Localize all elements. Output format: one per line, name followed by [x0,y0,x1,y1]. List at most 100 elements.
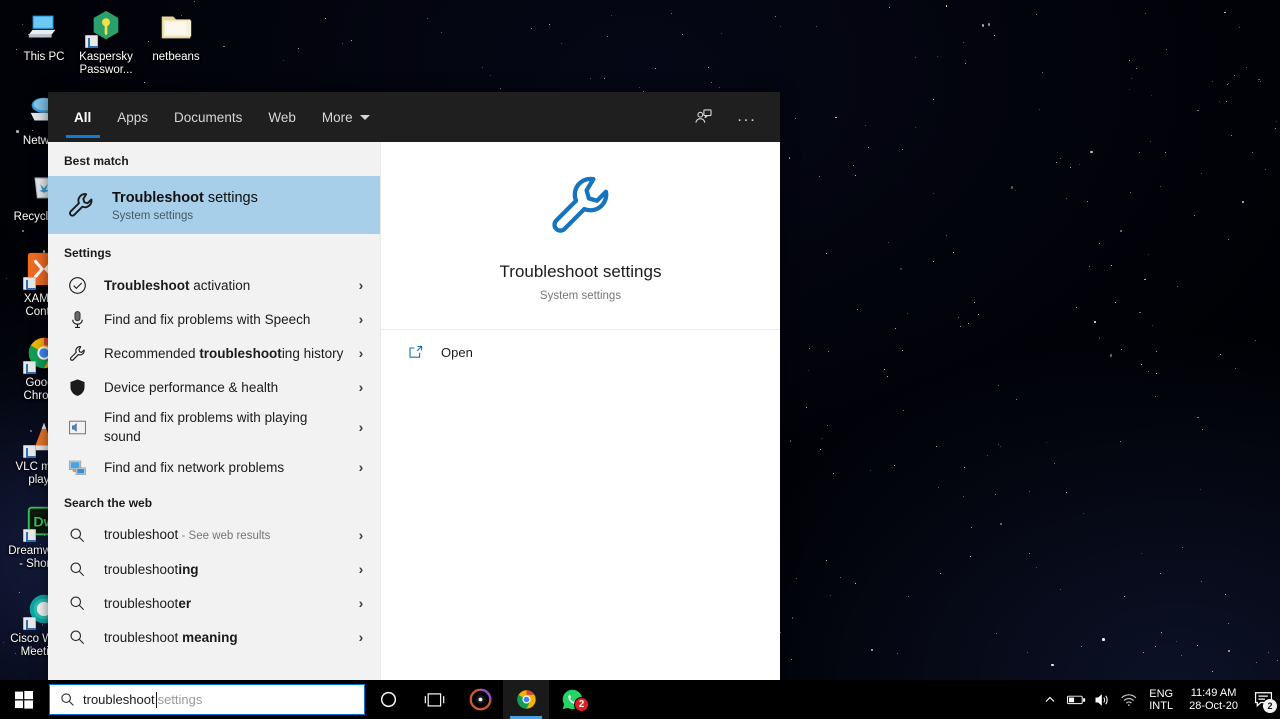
chrome-taskbar-icon[interactable] [503,680,549,719]
best-match-title: Troubleshoot settings [112,189,258,208]
chevron-right-icon[interactable]: › [352,277,370,293]
row-text-rest: Find and fix problems with playing sound [104,410,308,444]
search-autocomplete-suffix: settings [157,692,203,707]
row-text-pre: troubleshoot [104,629,183,645]
result-web-troubleshoot[interactable]: troubleshoot - See web results › [48,518,380,552]
folder-icon [157,8,195,46]
open-action-label: Open [441,344,473,360]
tab-web[interactable]: Web [255,92,309,142]
row-text-bold: Troubleshoot [104,277,190,293]
settings-results-list: Troubleshoot activation › Find and fix pro… [48,268,380,484]
preview-subtitle: System settings [539,290,622,302]
clock-date: 28-Oct-20 [1189,699,1238,712]
taskbar-search-box[interactable]: troubleshoot settings [49,684,365,715]
best-match-heading: Best match [64,154,129,168]
feedback-icon[interactable] [684,100,722,134]
result-recommended-troubleshooting-history[interactable]: Recommended troubleshooting history › [48,336,380,370]
tab-label: All [74,109,92,125]
row-text-rest: Find and fix problems with Speech [104,311,311,327]
media-app-icon[interactable] [457,680,503,719]
row-text-suffix: - See web results [178,529,271,542]
desktop-icon-label: netbeans [152,51,200,63]
battery-icon[interactable] [1063,680,1089,719]
chevron-right-icon[interactable]: › [352,595,370,611]
clock-time: 11:49 AM [1190,686,1237,699]
tab-all[interactable]: All [61,92,104,142]
tab-apps[interactable]: Apps [104,92,161,142]
taskbar: troubleshoot settings 2 ENG INTL 11:49 A… [0,680,1280,719]
result-find-fix-playing-sound[interactable]: Find and fix problems with playing sound… [48,404,380,450]
result-label: troubleshooting [104,560,352,579]
chevron-right-icon[interactable]: › [352,561,370,577]
preview-title: Troubleshoot settings [499,262,662,281]
row-text-pre: troubleshoot [104,561,179,577]
header-actions: ... [684,100,766,134]
open-external-icon [403,344,429,360]
action-center-button[interactable]: 2 [1246,680,1280,719]
taskbar-search-text: troubleshoot settings [83,691,203,708]
search-flyout: All Apps Documents Web More ... Best match [48,92,780,680]
chevron-right-icon[interactable]: › [352,527,370,543]
result-find-fix-network-problems[interactable]: Find and fix network problems › [48,450,380,484]
cortana-icon[interactable] [365,680,411,719]
result-web-troubleshoot-meaning[interactable]: troubleshoot meaning › [48,620,380,654]
microphone-icon [64,306,90,332]
tab-more[interactable]: More [309,92,383,142]
kaspersky-icon [85,8,125,48]
result-label: Find and fix network problems [104,458,352,477]
row-text-pre: troubleshoot [104,595,179,611]
search-icon [64,624,90,650]
search-tabs: All Apps Documents Web More [48,92,383,142]
more-options-icon[interactable]: ... [728,100,766,134]
system-tray: ENG INTL 11:49 AM 28-Oct-20 2 [1037,680,1280,719]
row-text-bold: er [178,595,192,611]
start-button[interactable] [0,680,48,719]
task-view-icon[interactable] [411,680,457,719]
computer-icon [25,8,63,46]
chevron-right-icon[interactable]: › [352,459,370,475]
best-match-subtitle: System settings [112,209,194,222]
best-match-result[interactable]: Troubleshoot settings System settings [48,176,380,234]
chevron-right-icon[interactable]: › [352,311,370,327]
chevron-down-icon [359,114,370,120]
desktop-icon-netbeans[interactable]: netbeans [140,8,212,64]
result-troubleshoot-activation[interactable]: Troubleshoot activation › [48,268,380,302]
result-label: troubleshooter [104,594,352,613]
search-results-column[interactable]: Best match Troubleshoot settings System … [48,142,380,680]
chevron-right-icon[interactable]: › [352,379,370,395]
desktop-icon-kaspersky-password-manager[interactable]: Kaspersky Passwor... [70,8,142,77]
whatsapp-taskbar-icon[interactable]: 2 [549,680,595,719]
wifi-icon[interactable] [1115,680,1141,719]
result-device-performance-health[interactable]: Device performance & health › [48,370,380,404]
result-label: troubleshoot meaning [104,628,352,647]
web-heading: Search the web [64,496,153,510]
show-hidden-icons-chevron[interactable] [1037,680,1063,719]
chevron-right-icon[interactable]: › [352,345,370,361]
web-results-list: troubleshoot - See web results › troublesh… [48,518,380,654]
preview-header: Troubleshoot settings System settings [381,142,780,330]
result-web-troubleshooting[interactable]: troubleshooting › [48,552,380,586]
best-match-title-rest: settings [203,189,258,206]
settings-heading: Settings [64,246,112,260]
search-header: All Apps Documents Web More ... [48,92,780,142]
clock[interactable]: 11:49 AM 28-Oct-20 [1181,687,1246,713]
row-text-rest: activation [189,277,251,293]
result-label: Find and fix problems with playing sound [104,408,352,446]
result-web-troubleshooter[interactable]: troubleshooter › [48,586,380,620]
search-icon [64,522,90,548]
chevron-right-icon[interactable]: › [352,629,370,645]
chevron-right-icon[interactable]: › [352,419,370,435]
language-indicator[interactable]: ENG INTL [1141,688,1181,712]
speaker-icon [64,414,90,440]
wrench-icon [64,340,90,366]
result-find-fix-speech[interactable]: Find and fix problems with Speech › [48,302,380,336]
volume-icon[interactable] [1089,680,1115,719]
wrench-icon [545,169,617,246]
network-icon [64,454,90,480]
open-action[interactable]: Open [381,330,780,360]
tab-documents[interactable]: Documents [161,92,255,142]
row-text-rest: ing history [281,345,344,361]
search-typed-value: troubleshoot [83,692,155,707]
result-label: Device performance & health [104,378,352,397]
row-text-rest: Device performance & health [104,379,279,395]
